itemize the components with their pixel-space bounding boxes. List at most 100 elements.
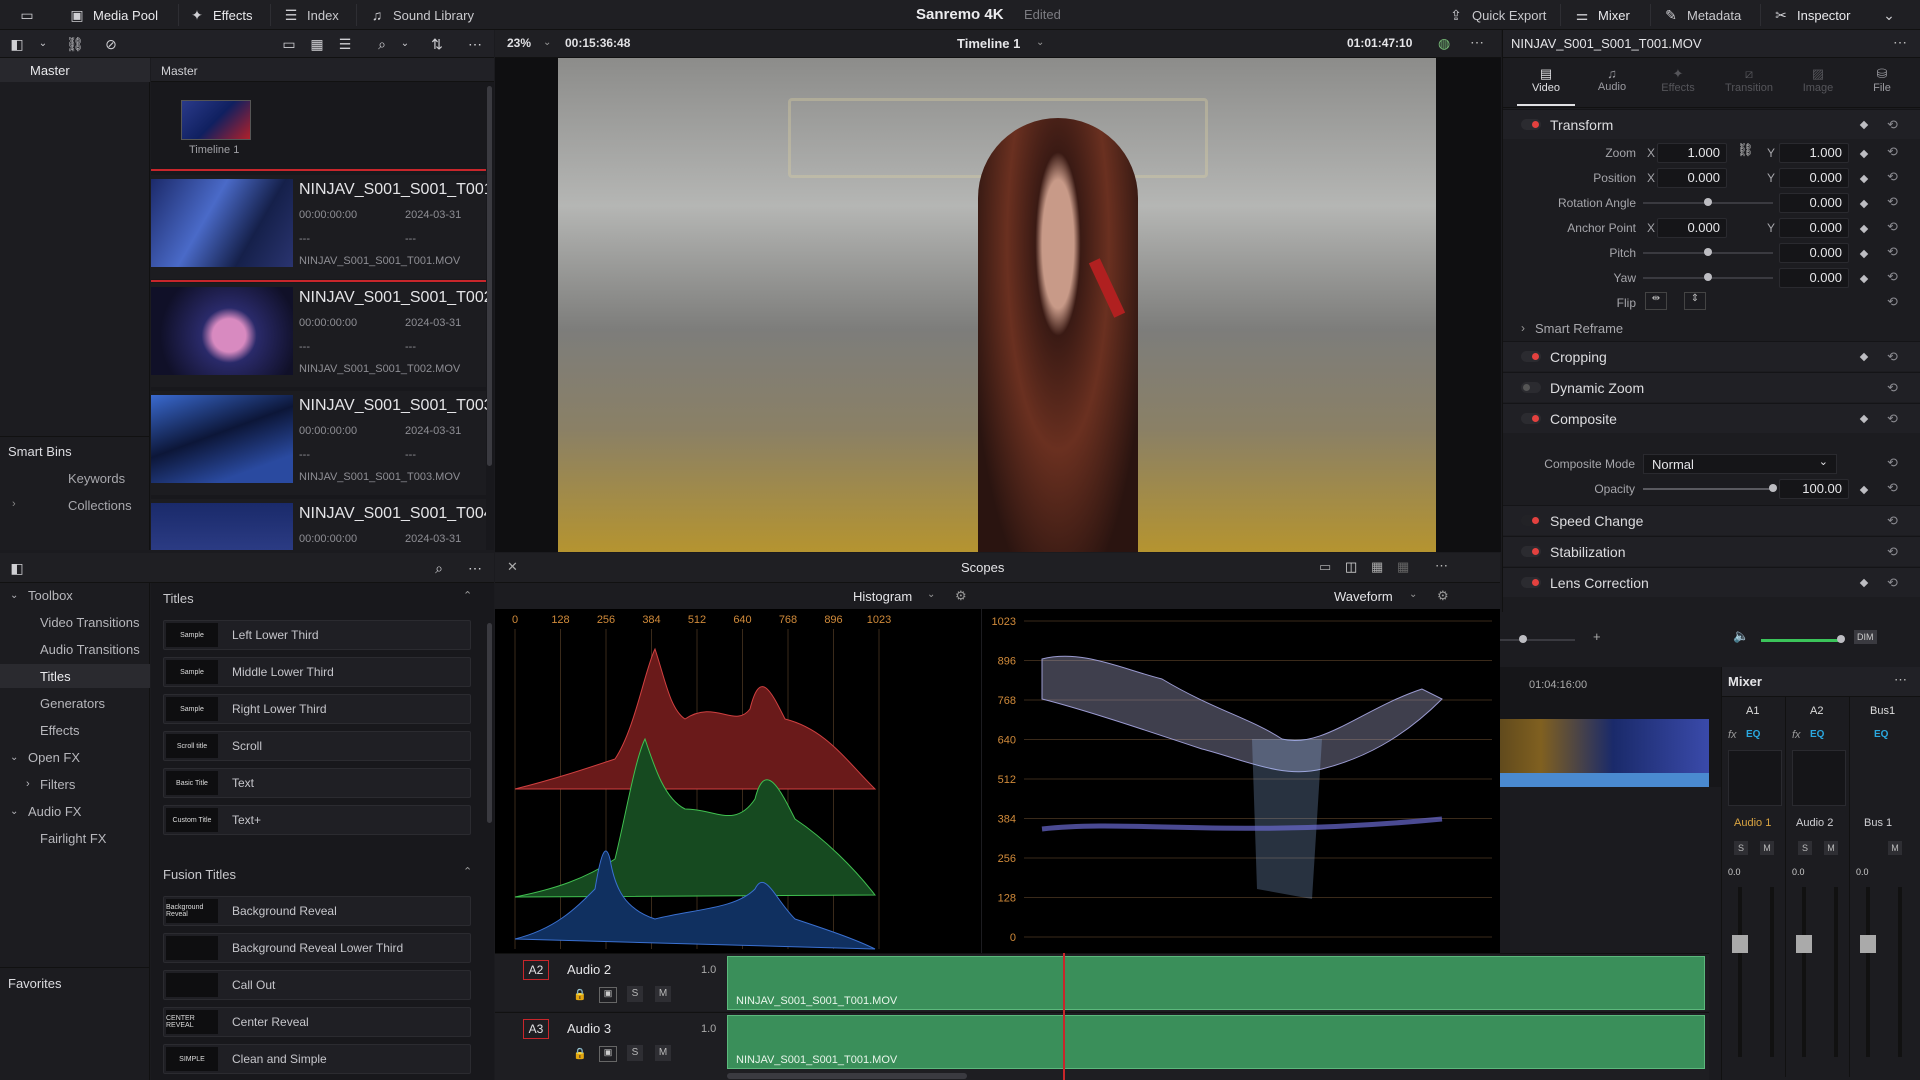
lens-correction-section[interactable]: Lens Correction ⟲ xyxy=(1503,567,1920,597)
tree-video-transitions[interactable]: Video Transitions xyxy=(0,610,150,634)
tree-generators[interactable]: Generators xyxy=(0,691,150,715)
quick-export-button[interactable]: ⇪ Quick Export xyxy=(1447,0,1546,30)
mute-button[interactable]: M xyxy=(1760,841,1774,855)
timeline-thumbnail[interactable] xyxy=(181,100,251,140)
smart-reframe-section[interactable]: › Smart Reframe xyxy=(1503,314,1920,342)
dynamic-zoom-toggle[interactable] xyxy=(1521,382,1541,393)
timeline-zoom-knob[interactable] xyxy=(1519,635,1527,643)
fusion-title-item[interactable]: Background Reveal Background Reveal xyxy=(163,896,471,926)
scope-settings-icon[interactable]: ⚙ xyxy=(1437,588,1449,604)
mute-button[interactable]: M xyxy=(655,1045,671,1061)
grid-layout-icon[interactable]: ▦ xyxy=(1397,559,1409,575)
pan-control[interactable] xyxy=(1792,750,1846,806)
lens-correction-toggle[interactable] xyxy=(1521,577,1541,588)
tab-video[interactable]: ▤ Video xyxy=(1517,66,1575,106)
fader-knob[interactable] xyxy=(1860,935,1876,953)
reset-icon[interactable]: ⟲ xyxy=(1887,144,1898,160)
fader-knob[interactable] xyxy=(1732,935,1748,953)
dim-button[interactable]: DIM xyxy=(1854,630,1877,644)
list-view-icon[interactable]: ☰ xyxy=(336,36,354,52)
tab-image[interactable]: ▨ Image xyxy=(1789,66,1847,106)
sort-icon[interactable]: ⇅ xyxy=(428,36,446,52)
reset-icon[interactable]: ⟲ xyxy=(1887,411,1898,427)
track-id-badge[interactable]: A2 xyxy=(523,960,549,980)
anchor-y-field[interactable]: 0.000 xyxy=(1779,218,1849,238)
dual-layout-icon[interactable]: ◫ xyxy=(1345,559,1357,575)
tree-audio-fx[interactable]: ⌄ Audio FX xyxy=(0,799,150,823)
title-item[interactable]: Basic Title Text xyxy=(163,768,471,798)
zoom-y-field[interactable]: 1.000 xyxy=(1779,143,1849,163)
reset-icon[interactable]: ⟲ xyxy=(1887,349,1898,365)
more-options-icon[interactable]: ⋯ xyxy=(466,560,484,576)
keyframe-icon[interactable] xyxy=(1859,274,1869,284)
mute-button[interactable]: M xyxy=(1888,841,1902,855)
unlink-icon[interactable]: ⊘ xyxy=(102,36,120,52)
fx-button[interactable]: fx xyxy=(1728,729,1737,741)
window-menu-button[interactable]: ⌄ xyxy=(1880,0,1898,30)
color-wheel-icon[interactable]: ◍ xyxy=(1438,35,1450,52)
stabilization-toggle[interactable] xyxy=(1521,546,1541,557)
solo-button[interactable]: S xyxy=(1734,841,1748,855)
keyframe-icon[interactable] xyxy=(1859,414,1869,424)
transform-section[interactable]: Transform ⟲ xyxy=(1503,109,1920,139)
close-icon[interactable]: ✕ xyxy=(507,559,518,575)
clip-item[interactable]: NINJAV_S001_S001_T002 00:00:00:00 2024-0… xyxy=(151,283,493,387)
auto-select-icon[interactable]: ▣ xyxy=(599,987,617,1003)
composite-section[interactable]: Composite ⟲ xyxy=(1503,403,1920,433)
reset-icon[interactable]: ⟲ xyxy=(1887,544,1898,560)
transform-toggle[interactable] xyxy=(1521,119,1541,130)
quad-layout-icon[interactable]: ▦ xyxy=(1371,559,1383,575)
tree-titles[interactable]: Titles xyxy=(0,664,150,688)
reset-icon[interactable]: ⟲ xyxy=(1887,480,1898,496)
sidebar-toggle-icon[interactable]: ◧ xyxy=(8,560,26,576)
more-options-icon[interactable]: ⋯ xyxy=(1893,34,1907,51)
monitor-volume-knob[interactable] xyxy=(1837,635,1845,643)
tree-effects[interactable]: Effects xyxy=(0,718,150,742)
single-layout-icon[interactable]: ▭ xyxy=(1319,559,1331,575)
chevron-right-icon[interactable]: › xyxy=(12,498,16,510)
sound-library-button[interactable]: ♫ Sound Library xyxy=(368,0,474,30)
zoom-in-icon[interactable]: + xyxy=(1593,629,1601,644)
thumbnail-view-icon[interactable]: ▦ xyxy=(308,36,326,52)
tab-file[interactable]: ⛁ File xyxy=(1853,66,1911,106)
reset-icon[interactable]: ⟲ xyxy=(1887,169,1898,185)
workspace-toggle-button[interactable]: ▭ xyxy=(18,0,36,30)
fusion-title-item[interactable]: CENTER REVEAL Center Reveal xyxy=(163,1007,471,1037)
opacity-slider-knob[interactable] xyxy=(1769,484,1777,492)
composite-mode-dropdown[interactable]: Normal ⌄ xyxy=(1643,454,1837,474)
speed-change-toggle[interactable] xyxy=(1521,515,1541,526)
reset-icon[interactable]: ⟲ xyxy=(1887,455,1898,471)
keyframe-icon[interactable] xyxy=(1859,249,1869,259)
index-button[interactable]: ☰ Index xyxy=(282,0,339,30)
scope-settings-icon[interactable]: ⚙ xyxy=(955,588,967,604)
flip-vertical-button[interactable]: ⇕ xyxy=(1684,292,1706,310)
dynamic-zoom-section[interactable]: Dynamic Zoom ⟲ xyxy=(1503,372,1920,402)
keyframe-icon[interactable] xyxy=(1859,120,1869,130)
chevron-down-icon[interactable]: ⌄ xyxy=(1409,589,1417,600)
solo-button[interactable]: S xyxy=(1798,841,1812,855)
rotation-slider-knob[interactable] xyxy=(1704,198,1712,206)
tab-audio[interactable]: ♫ Audio xyxy=(1583,66,1641,106)
link-icon[interactable]: ⛓ xyxy=(1737,142,1754,158)
more-options-icon[interactable]: ⋯ xyxy=(1435,558,1448,574)
tab-transition[interactable]: ⧄ Transition xyxy=(1715,66,1783,106)
keyframe-icon[interactable] xyxy=(1859,485,1869,495)
more-options-icon[interactable]: ⋯ xyxy=(1470,34,1484,51)
fusion-title-item[interactable]: SIMPLE Clean and Simple xyxy=(163,1044,471,1074)
link-icon[interactable]: ⛓ xyxy=(66,36,84,52)
timeline-horizontal-scrollbar[interactable] xyxy=(727,1073,967,1079)
reset-icon[interactable]: ⟲ xyxy=(1887,513,1898,529)
tree-open-fx[interactable]: ⌄ Open FX xyxy=(0,745,150,769)
clip-item[interactable]: NINJAV_S001_S001_T003 00:00:00:00 2024-0… xyxy=(151,391,493,495)
more-options-icon[interactable]: ⋯ xyxy=(466,36,484,52)
title-item[interactable]: Sample Left Lower Third xyxy=(163,620,471,650)
anchor-x-field[interactable]: 0.000 xyxy=(1657,218,1727,238)
sidebar-toggle-icon[interactable]: ◧ xyxy=(8,36,26,52)
position-y-field[interactable]: 0.000 xyxy=(1779,168,1849,188)
pitch-field[interactable]: 0.000 xyxy=(1779,243,1849,263)
lock-icon[interactable]: 🔒 xyxy=(573,1047,587,1060)
auto-select-icon[interactable]: ▣ xyxy=(599,1046,617,1062)
media-pool-button[interactable]: ▣ Media Pool xyxy=(68,0,158,30)
collapse-icon[interactable]: ⌃ xyxy=(463,865,472,878)
collapse-icon[interactable]: ⌃ xyxy=(463,589,472,602)
